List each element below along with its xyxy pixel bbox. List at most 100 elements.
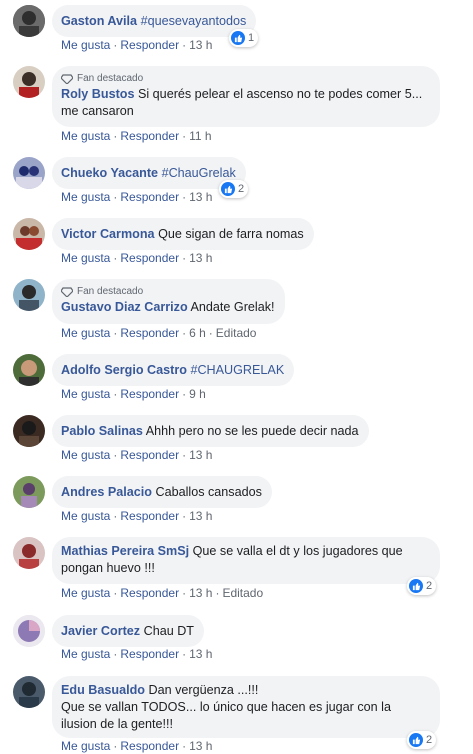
comment-actions: Me gusta · Responder · 11 h xyxy=(61,129,212,143)
avatar[interactable] xyxy=(13,279,45,311)
reply-link[interactable]: Responder xyxy=(120,739,179,753)
reply-link[interactable]: Responder xyxy=(120,129,179,143)
hashtag-link[interactable]: #ChauGrelak xyxy=(162,166,236,180)
avatar[interactable] xyxy=(13,476,45,508)
timestamp[interactable]: 13 h xyxy=(189,38,212,52)
comment-bubble: Gaston Avila #quesevayantodos xyxy=(52,5,257,37)
comment-text: Ahhh pero no se les puede decir nada xyxy=(145,424,359,438)
comment-text: Caballos cansados xyxy=(155,485,262,499)
comment-actions: Me gusta · Responder · 13 h xyxy=(61,190,213,204)
author-name[interactable]: Roly Bustos xyxy=(61,87,134,101)
author-name[interactable]: Victor Carmona xyxy=(61,227,155,241)
reply-link[interactable]: Responder xyxy=(120,387,179,401)
reply-link[interactable]: Responder xyxy=(120,509,179,523)
diamond-icon xyxy=(61,286,73,297)
comment-bubble: Javier Cortez Chau DT xyxy=(52,615,205,647)
like-link[interactable]: Me gusta xyxy=(61,190,110,204)
comment-bubble: Adolfo Sergio Castro #CHAUGRELAK xyxy=(52,354,295,386)
reaction-count[interactable]: 2 xyxy=(407,577,437,595)
timestamp[interactable]: 13 h xyxy=(189,448,212,462)
comment-actions: Me gusta · Responder · 13 h xyxy=(61,509,213,523)
reaction-count[interactable]: 2 xyxy=(219,180,249,198)
edited-label: Editado xyxy=(222,586,264,600)
comment-bubble: Fan destacado Roly Bustos Si querés pele… xyxy=(52,66,440,127)
comment-bubble: Fan destacado Gustavo Diaz Carrizo Andat… xyxy=(52,279,285,324)
like-icon xyxy=(409,579,423,593)
reply-link[interactable]: Responder xyxy=(120,448,179,462)
author-name[interactable]: Andres Palacio xyxy=(61,485,152,499)
reply-link[interactable]: Responder xyxy=(120,647,179,661)
comment-text-line2: Que se vallan TODOS... lo único que hace… xyxy=(61,700,391,731)
avatar[interactable] xyxy=(13,66,45,98)
avatar[interactable] xyxy=(13,157,45,189)
timestamp[interactable]: 13 h xyxy=(189,509,212,523)
comment-bubble: Edu Basualdo Dan vergüenza ...!!! Que se… xyxy=(52,676,440,738)
like-link[interactable]: Me gusta xyxy=(61,739,110,753)
avatar[interactable] xyxy=(13,676,45,708)
author-name[interactable]: Javier Cortez xyxy=(61,624,140,638)
comment-text: Chau DT xyxy=(143,624,195,638)
avatar[interactable] xyxy=(13,615,45,647)
like-link[interactable]: Me gusta xyxy=(61,509,110,523)
author-name[interactable]: Gaston Avila xyxy=(61,14,137,28)
timestamp[interactable]: 13 h xyxy=(189,739,212,753)
author-name[interactable]: Chueko Yacante xyxy=(61,166,158,180)
timestamp[interactable]: 9 h xyxy=(189,387,206,401)
like-link[interactable]: Me gusta xyxy=(61,38,110,52)
author-name[interactable]: Edu Basualdo xyxy=(61,683,145,697)
comment-text: Que sigan de farra nomas xyxy=(158,227,304,241)
timestamp[interactable]: 13 h xyxy=(189,647,212,661)
timestamp[interactable]: 13 h xyxy=(189,586,212,600)
author-name[interactable]: Pablo Salinas xyxy=(61,424,143,438)
like-link[interactable]: Me gusta xyxy=(61,326,110,340)
comment-actions: Me gusta · Responder · 13 h · Editado xyxy=(61,586,264,600)
like-link[interactable]: Me gusta xyxy=(61,387,110,401)
avatar[interactable] xyxy=(13,218,45,250)
comment-actions: Me gusta · Responder · 9 h xyxy=(61,387,206,401)
reaction-count[interactable]: 1 xyxy=(229,29,259,47)
avatar[interactable] xyxy=(13,5,45,37)
like-icon xyxy=(231,31,245,45)
comment-actions: Me gusta · Responder · 6 h · Editado xyxy=(61,326,257,340)
comment-bubble: Mathias Pereira SmSj Que se valla el dt … xyxy=(52,537,440,584)
like-icon xyxy=(409,733,423,747)
reply-link[interactable]: Responder xyxy=(120,251,179,265)
like-icon xyxy=(221,182,235,196)
like-link[interactable]: Me gusta xyxy=(61,647,110,661)
diamond-icon xyxy=(61,73,73,84)
fan-badge: Fan destacado xyxy=(61,285,275,298)
comment-text: Andate Grelak! xyxy=(190,300,275,314)
comment-actions: Me gusta · Responder · 13 h xyxy=(61,251,213,265)
reply-link[interactable]: Responder xyxy=(120,586,179,600)
comment-bubble: Chueko Yacante #ChauGrelak xyxy=(52,157,246,189)
reply-link[interactable]: Responder xyxy=(120,326,179,340)
comment-actions: Me gusta · Responder · 13 h xyxy=(61,739,213,753)
timestamp[interactable]: 11 h xyxy=(189,129,211,143)
like-link[interactable]: Me gusta xyxy=(61,129,110,143)
comment-bubble: Victor Carmona Que sigan de farra nomas xyxy=(52,218,314,250)
timestamp[interactable]: 6 h xyxy=(189,326,206,340)
comment-actions: Me gusta · Responder · 13 h xyxy=(61,647,213,661)
like-link[interactable]: Me gusta xyxy=(61,251,110,265)
comment-actions: Me gusta · Responder · 13 h xyxy=(61,38,213,52)
author-name[interactable]: Mathias Pereira SmSj xyxy=(61,544,189,558)
comment-actions: Me gusta · Responder · 13 h xyxy=(61,448,213,462)
fan-badge: Fan destacado xyxy=(61,72,430,85)
reply-link[interactable]: Responder xyxy=(120,190,179,204)
avatar[interactable] xyxy=(13,537,45,569)
author-name[interactable]: Adolfo Sergio Castro xyxy=(61,363,187,377)
like-link[interactable]: Me gusta xyxy=(61,448,110,462)
avatar[interactable] xyxy=(13,415,45,447)
comment-bubble: Pablo Salinas Ahhh pero no se les puede … xyxy=(52,415,369,447)
hashtag-link[interactable]: #CHAUGRELAK xyxy=(190,363,284,377)
timestamp[interactable]: 13 h xyxy=(189,190,212,204)
timestamp[interactable]: 13 h xyxy=(189,251,212,265)
edited-label: Editado xyxy=(215,326,257,340)
avatar[interactable] xyxy=(13,354,45,386)
author-name[interactable]: Gustavo Diaz Carrizo xyxy=(61,300,188,314)
hashtag-link[interactable]: #quesevayantodos xyxy=(141,14,247,28)
reaction-count[interactable]: 2 xyxy=(407,731,437,749)
comment-bubble: Andres Palacio Caballos cansados xyxy=(52,476,272,508)
like-link[interactable]: Me gusta xyxy=(61,586,110,600)
reply-link[interactable]: Responder xyxy=(120,38,179,52)
